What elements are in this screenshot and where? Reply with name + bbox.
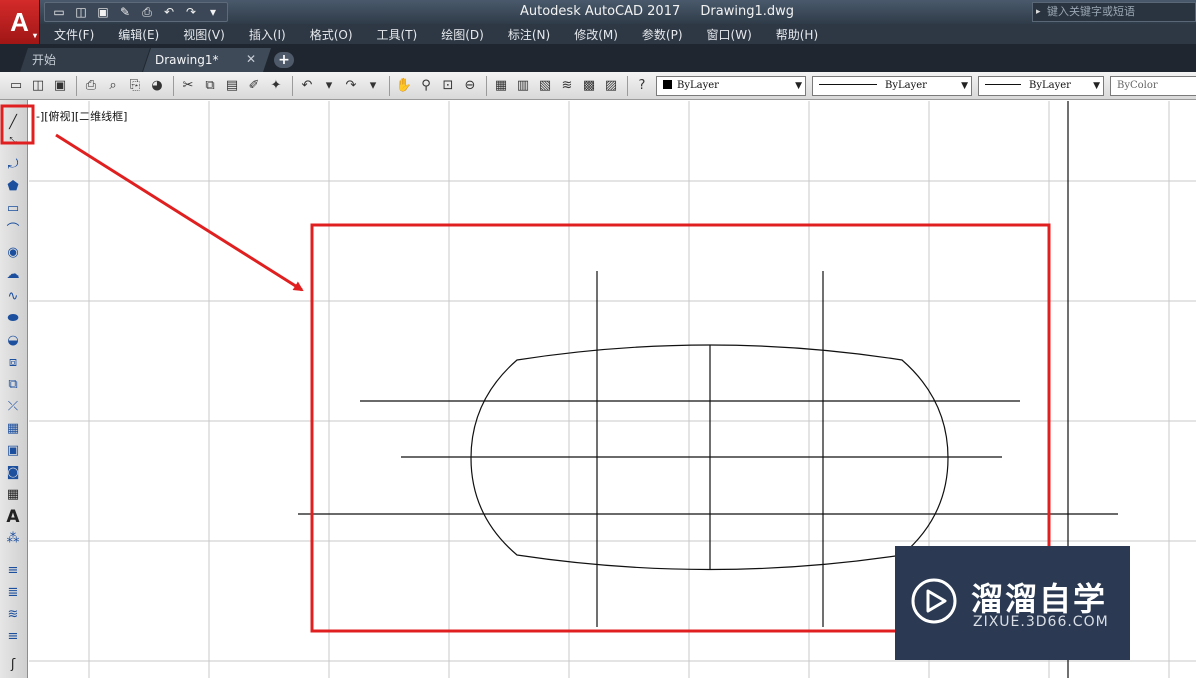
annotation-arrow [55,133,304,292]
tool-highlight-box [0,104,35,145]
watermark-en-text: ZIXUE.3D66.COM [973,614,1109,630]
play-logo-icon [911,578,957,624]
watermark: 溜溜自学 ZIXUE.3D66.COM [895,546,1130,660]
